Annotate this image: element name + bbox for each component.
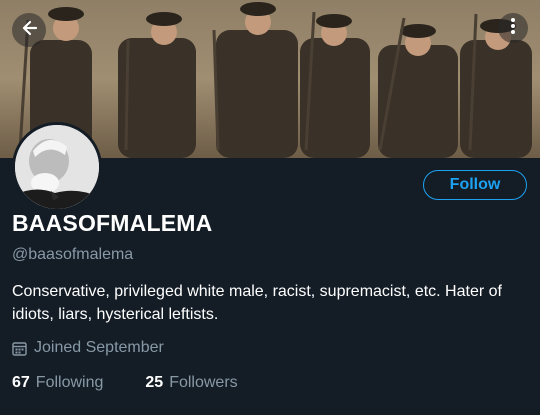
followers-count: 25 xyxy=(145,374,164,391)
joined-date: Joined September xyxy=(12,339,164,357)
display-name: BAASOFMALEMA xyxy=(12,210,213,236)
more-vertical-icon xyxy=(510,17,516,40)
avatar[interactable] xyxy=(12,122,102,212)
more-options-button[interactable] xyxy=(498,13,528,43)
following-stat[interactable]: 67 Following xyxy=(12,374,103,392)
profile-bio: Conservative, privileged white male, rac… xyxy=(12,283,502,323)
calendar-icon xyxy=(12,341,27,356)
avatar-image xyxy=(15,125,99,209)
followers-label: Followers xyxy=(169,374,238,391)
arrow-left-icon xyxy=(20,19,38,42)
username-handle: @baasofmalema xyxy=(12,246,134,263)
following-label: Following xyxy=(35,374,104,391)
joined-text: Joined September xyxy=(34,339,164,356)
followers-stat[interactable]: 25 Followers xyxy=(145,374,237,392)
back-button[interactable] xyxy=(12,13,46,47)
follow-button[interactable]: Follow xyxy=(423,170,527,200)
follow-stats: 67 Following 25 Followers xyxy=(12,374,280,392)
following-count: 67 xyxy=(12,374,30,391)
